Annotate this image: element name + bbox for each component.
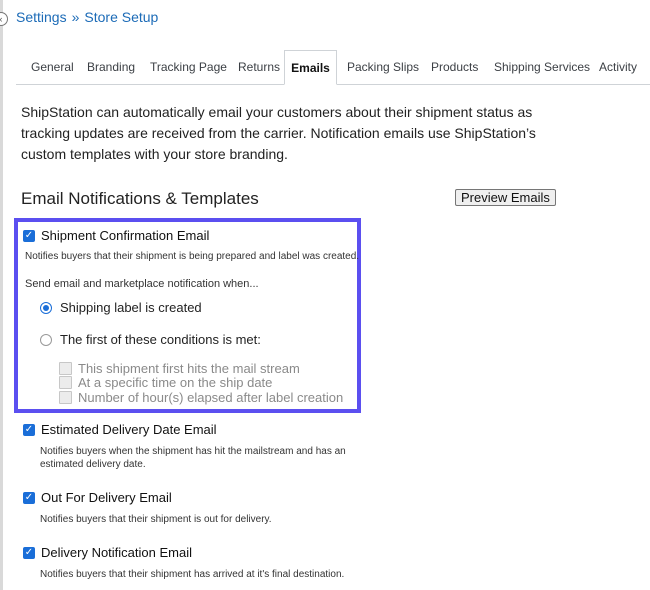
estimated-delivery-label: Estimated Delivery Date Email: [41, 422, 217, 437]
condition-specific-time[interactable]: At a specific time on the ship date: [59, 375, 272, 390]
breadcrumb: Settings» Store Setup: [16, 9, 158, 25]
condition-mail-stream[interactable]: This shipment first hits the mail stream: [59, 361, 300, 376]
estimated-delivery-description: Notifies buyers when the shipment has hi…: [40, 446, 346, 470]
radio-label-created[interactable]: [40, 301, 52, 314]
condition-mail-stream-label: This shipment first hits the mail stream: [78, 361, 300, 376]
left-panel-edge: [0, 0, 3, 590]
tab-emails[interactable]: Emails: [284, 50, 337, 85]
condition-hours-elapsed-checkbox[interactable]: [59, 391, 72, 404]
settings-tabs: General Branding Tracking Page Returns E…: [16, 50, 650, 85]
tab-tracking-page[interactable]: Tracking Page: [140, 50, 237, 83]
estimated-delivery-checkbox[interactable]: ✓: [23, 423, 35, 436]
condition-hours-elapsed-label: Number of hour(s) elapsed after label cr…: [78, 390, 344, 405]
condition-mail-stream-checkbox[interactable]: [59, 362, 72, 375]
shipment-confirmation-description: Notifies buyers that their shipment is b…: [25, 251, 360, 262]
out-for-delivery-checkbox[interactable]: ✓: [23, 491, 35, 504]
tab-shipping-services[interactable]: Shipping Services: [484, 50, 600, 83]
breadcrumb-store-setup[interactable]: Store Setup: [84, 9, 158, 25]
shipment-confirmation-row[interactable]: ✓ Shipment Confirmation Email: [23, 228, 209, 243]
tab-activity[interactable]: Activity: [589, 50, 647, 83]
option-label-created[interactable]: Shipping label is created: [40, 300, 202, 315]
option-label-created-text: Shipping label is created: [60, 300, 202, 315]
out-for-delivery-row[interactable]: ✓ Out For Delivery Email: [23, 490, 172, 505]
delivery-notification-description: Notifies buyers that their shipment has …: [40, 569, 345, 580]
delivery-notification-row[interactable]: ✓ Delivery Notification Email: [23, 545, 192, 560]
tab-packing-slips[interactable]: Packing Slips: [337, 50, 429, 83]
tab-returns[interactable]: Returns: [228, 50, 290, 83]
tab-products[interactable]: Products: [421, 50, 488, 83]
intro-text: ShipStation can automatically email your…: [21, 104, 536, 162]
delivery-notification-label: Delivery Notification Email: [41, 545, 192, 560]
shipment-confirmation-checkbox[interactable]: ✓: [23, 229, 35, 242]
send-when-label: Send email and marketplace notification …: [25, 278, 259, 290]
condition-specific-time-checkbox[interactable]: [59, 376, 72, 389]
option-first-condition-text: The first of these conditions is met:: [60, 332, 261, 347]
breadcrumb-separator: »: [71, 9, 80, 25]
condition-specific-time-label: At a specific time on the ship date: [78, 375, 273, 390]
tab-general[interactable]: General: [21, 50, 84, 83]
section-title: Email Notifications & Templates: [21, 189, 259, 208]
breadcrumb-settings[interactable]: Settings: [16, 9, 67, 25]
out-for-delivery-label: Out For Delivery Email: [41, 490, 172, 505]
tab-branding[interactable]: Branding: [77, 50, 145, 83]
delivery-notification-checkbox[interactable]: ✓: [23, 546, 35, 559]
estimated-delivery-row[interactable]: ✓ Estimated Delivery Date Email: [23, 422, 217, 437]
condition-hours-elapsed[interactable]: Number of hour(s) elapsed after label cr…: [59, 390, 343, 405]
out-for-delivery-description: Notifies buyers that their shipment is o…: [40, 514, 272, 525]
collapse-handle-icon[interactable]: ‹: [0, 12, 8, 26]
shipment-confirmation-label: Shipment Confirmation Email: [41, 228, 210, 243]
radio-first-condition[interactable]: [40, 333, 52, 346]
option-first-condition[interactable]: The first of these conditions is met:: [40, 332, 261, 347]
preview-emails-button[interactable]: Preview Emails: [455, 189, 556, 206]
